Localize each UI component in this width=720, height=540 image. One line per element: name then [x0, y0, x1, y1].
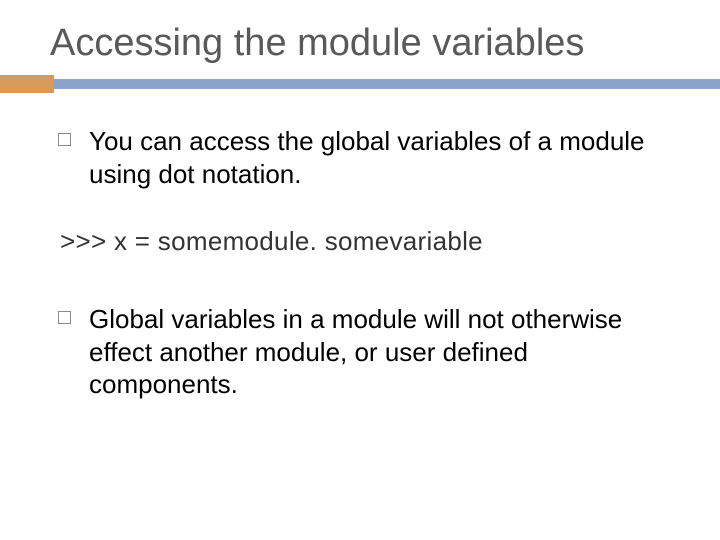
list-item: Global variables in a module will not ot… [58, 303, 670, 401]
divider-bar [0, 79, 720, 89]
page-title: Accessing the module variables [50, 22, 670, 65]
bullet-text: Global variables in a module will not ot… [89, 303, 670, 401]
list-item: You can access the global variables of a… [58, 125, 670, 190]
slide: Accessing the module variables You can a… [0, 0, 720, 540]
code-example: >>> x = somemodule. somevariable [60, 226, 670, 257]
title-divider [50, 75, 670, 89]
bullet-text: You can access the global variables of a… [89, 125, 670, 190]
divider-accent [0, 75, 54, 93]
bullet-icon [58, 311, 71, 324]
slide-content: You can access the global variables of a… [50, 125, 670, 401]
bullet-icon [58, 133, 71, 146]
